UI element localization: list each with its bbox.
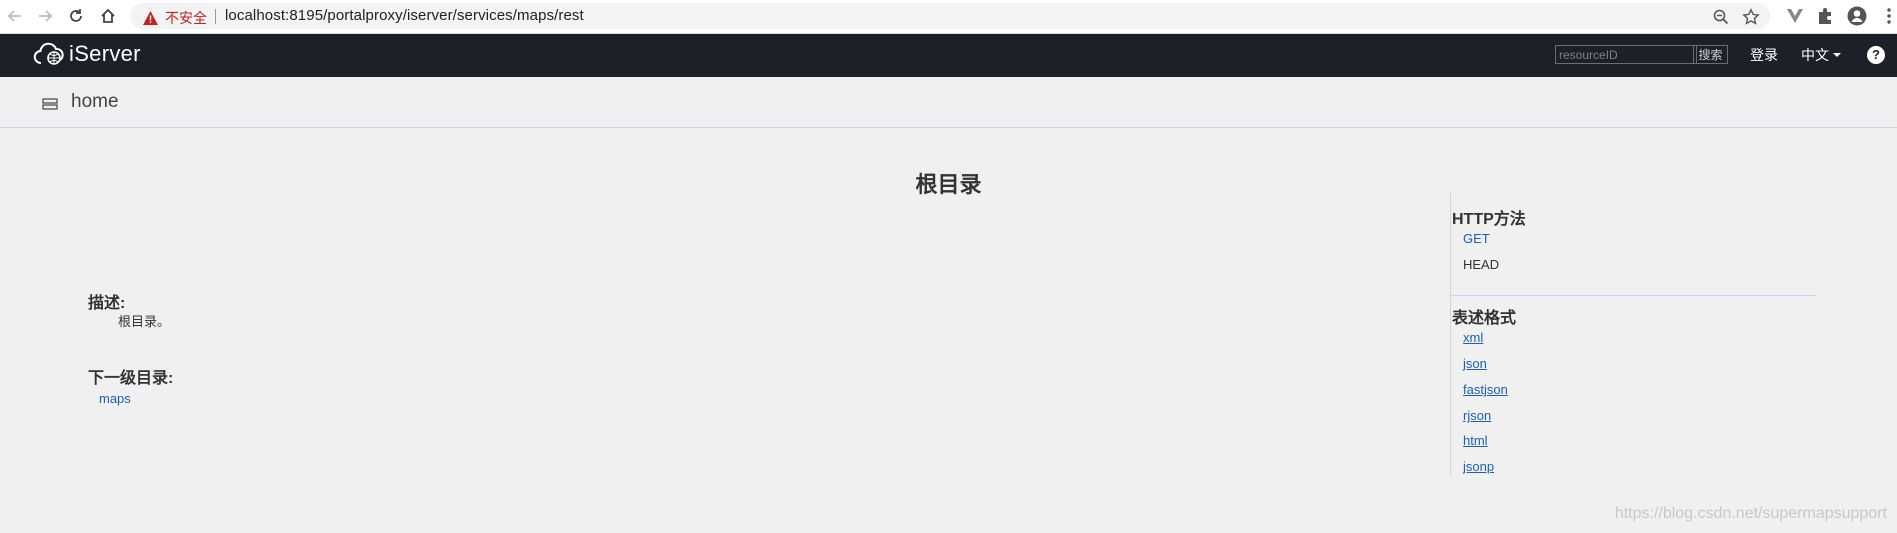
cloud-globe-icon [33, 42, 64, 65]
zoom-icon[interactable] [1712, 8, 1730, 26]
watermark-text: https://blog.csdn.net/supermapsupport [1614, 505, 1887, 522]
profile-avatar-icon[interactable] [1847, 6, 1867, 26]
formats-title: 表述格式 [1452, 310, 1517, 327]
address-bar[interactable]: 不安全 localhost:8195/portalproxy/iserver/s… [130, 3, 1770, 29]
language-label: 中文 [1801, 47, 1829, 63]
browser-toolbar: 不安全 localhost:8195/portalproxy/iserver/s… [0, 0, 1897, 34]
reload-icon[interactable] [66, 6, 86, 26]
back-icon[interactable] [5, 6, 25, 26]
server-list-icon [42, 98, 58, 110]
login-link[interactable]: 登录 [1750, 45, 1778, 65]
app-header: iServer 搜索 登录 中文 ? [0, 34, 1897, 77]
brand-name: iServer [69, 41, 141, 66]
format-link-json[interactable]: json [1463, 356, 1487, 371]
format-link-xml[interactable]: xml [1463, 330, 1483, 345]
resource-id-input[interactable] [1555, 45, 1697, 64]
children-label: 下一级目录: [88, 370, 174, 387]
security-indicator[interactable]: 不安全 [142, 8, 207, 28]
breadcrumb-home[interactable]: home [71, 91, 119, 113]
url-text[interactable]: localhost:8195/portalproxy/iserver/servi… [225, 7, 584, 24]
search-button[interactable]: 搜索 [1693, 45, 1728, 64]
format-link-jsonp[interactable]: jsonp [1463, 459, 1494, 474]
http-methods-title: HTTP方法 [1452, 211, 1526, 228]
breadcrumb: home [0, 77, 1897, 128]
extensions-icon[interactable] [1815, 6, 1835, 26]
forward-icon[interactable] [35, 6, 55, 26]
bookmark-star-icon[interactable] [1742, 8, 1760, 26]
format-link-rjson[interactable]: rjson [1463, 408, 1491, 423]
format-link-html[interactable]: html [1463, 433, 1488, 448]
security-label: 不安全 [165, 10, 207, 26]
format-link-fastjson[interactable]: fastjson [1463, 382, 1508, 397]
language-dropdown[interactable]: 中文 [1801, 45, 1841, 65]
resource-info-sidebar: HTTP方法 GET HEAD 表述格式 xml json fastjson r… [1450, 193, 1817, 476]
child-link-maps[interactable]: maps [99, 391, 131, 406]
warning-icon [143, 11, 158, 25]
help-icon[interactable]: ? [1867, 46, 1885, 64]
iserver-logo[interactable]: iServer [33, 41, 141, 67]
vue-devtools-icon[interactable] [1785, 6, 1805, 26]
http-method-get[interactable]: GET [1463, 231, 1490, 246]
http-method-head: HEAD [1463, 257, 1500, 272]
address-separator [215, 9, 216, 24]
chevron-down-icon [1833, 53, 1841, 57]
sidebar-divider [1451, 295, 1817, 296]
description-label: 描述: [88, 295, 126, 312]
home-icon[interactable] [98, 6, 118, 26]
description-text: 根目录。 [118, 314, 171, 329]
browser-menu-icon[interactable] [1879, 6, 1897, 26]
